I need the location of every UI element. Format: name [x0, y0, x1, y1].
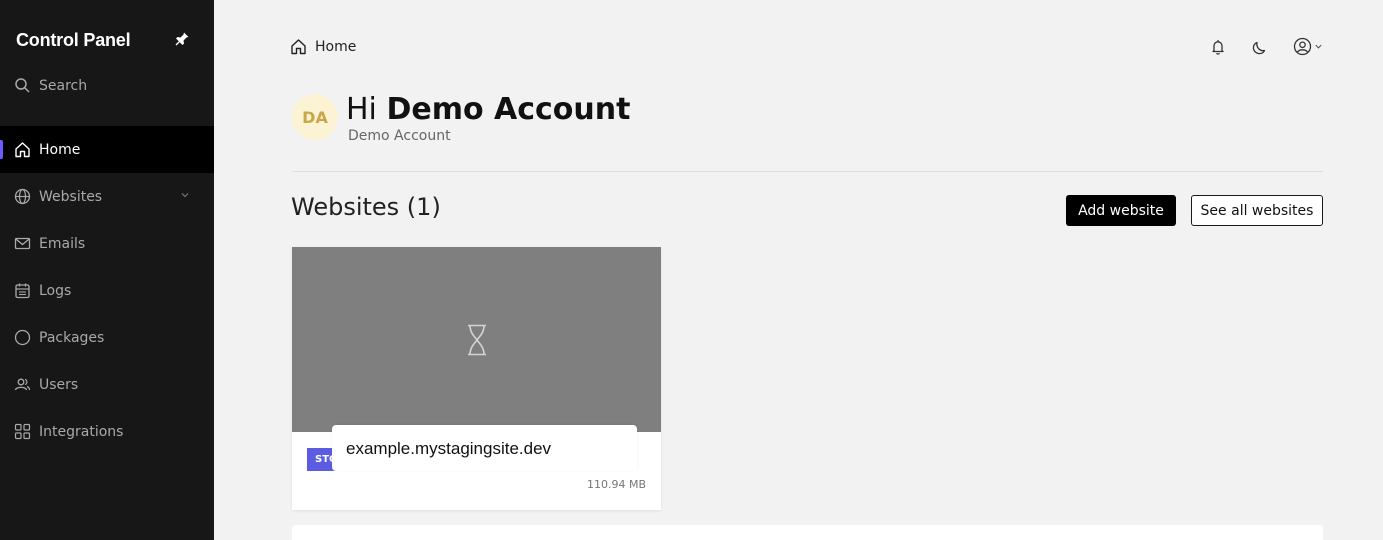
sidebar-nav: Home Websites Emails Logs Packages Users… [0, 126, 214, 455]
sidebar-item-label: Websites [39, 188, 103, 205]
divider [292, 171, 1323, 172]
user-menu[interactable] [1293, 37, 1323, 56]
greeting-name: Demo Account [386, 92, 631, 127]
sidebar-item-integrations[interactable]: Integrations [0, 408, 214, 455]
chevron-down-icon [1314, 42, 1323, 51]
user-circle-icon [1293, 37, 1312, 56]
mail-icon [14, 235, 31, 252]
sidebar-item-label: Users [39, 376, 79, 393]
avatar: DA [292, 94, 338, 140]
greeting-hi: Hi [346, 92, 377, 127]
chevron-down-icon[interactable] [180, 190, 190, 200]
sidebar-item-packages[interactable]: Packages [0, 314, 214, 361]
home-icon [14, 141, 31, 158]
sidebar-item-home[interactable]: Home [0, 126, 214, 173]
sidebar-item-label: Integrations [39, 423, 124, 440]
sidebar-item-websites[interactable]: Websites [0, 173, 214, 220]
website-thumbnail [292, 247, 661, 432]
sidebar-item-label: Emails [39, 235, 86, 252]
page-title: Hi Demo Account [346, 92, 630, 127]
sidebar-item-emails[interactable]: Emails [0, 220, 214, 267]
search-icon [14, 77, 31, 94]
grid-icon [14, 423, 31, 440]
see-all-websites-button[interactable]: See all websites [1191, 195, 1323, 226]
sidebar-item-label: Logs [39, 282, 72, 299]
search-label: Search [39, 77, 88, 94]
moon-icon[interactable] [1251, 38, 1269, 56]
sidebar-search[interactable]: Search [14, 77, 87, 94]
pin-icon[interactable] [174, 31, 190, 47]
hourglass-icon [466, 324, 488, 360]
breadcrumb-label: Home [315, 38, 357, 55]
users-icon [14, 376, 31, 393]
sidebar-item-logs[interactable]: Logs [0, 267, 214, 314]
disk-usage: 110.94 MB [586, 478, 646, 491]
bell-icon[interactable] [1209, 38, 1227, 56]
sidebar: Control Panel Search Home Websites Email… [0, 0, 214, 540]
sidebar-item-users[interactable]: Users [0, 361, 214, 408]
account-subtitle: Demo Account [348, 128, 451, 144]
bottom-panel [292, 525, 1323, 540]
header-actions [1209, 37, 1323, 56]
circle-icon [14, 329, 31, 346]
breadcrumb[interactable]: Home [290, 38, 356, 55]
calendar-icon [14, 282, 31, 299]
sidebar-item-label: Packages [39, 329, 105, 346]
websites-heading: Websites (1) [291, 193, 441, 221]
domain-tooltip: example.mystagingsite.dev [332, 425, 637, 471]
home-icon [290, 38, 307, 55]
add-website-button[interactable]: Add website [1066, 195, 1176, 226]
brand-title: Control Panel [16, 30, 131, 50]
globe-icon [14, 188, 31, 205]
sidebar-item-label: Home [39, 141, 81, 158]
website-card[interactable]: STG example.mystagingsite.dev 110.94 MB [292, 247, 661, 510]
